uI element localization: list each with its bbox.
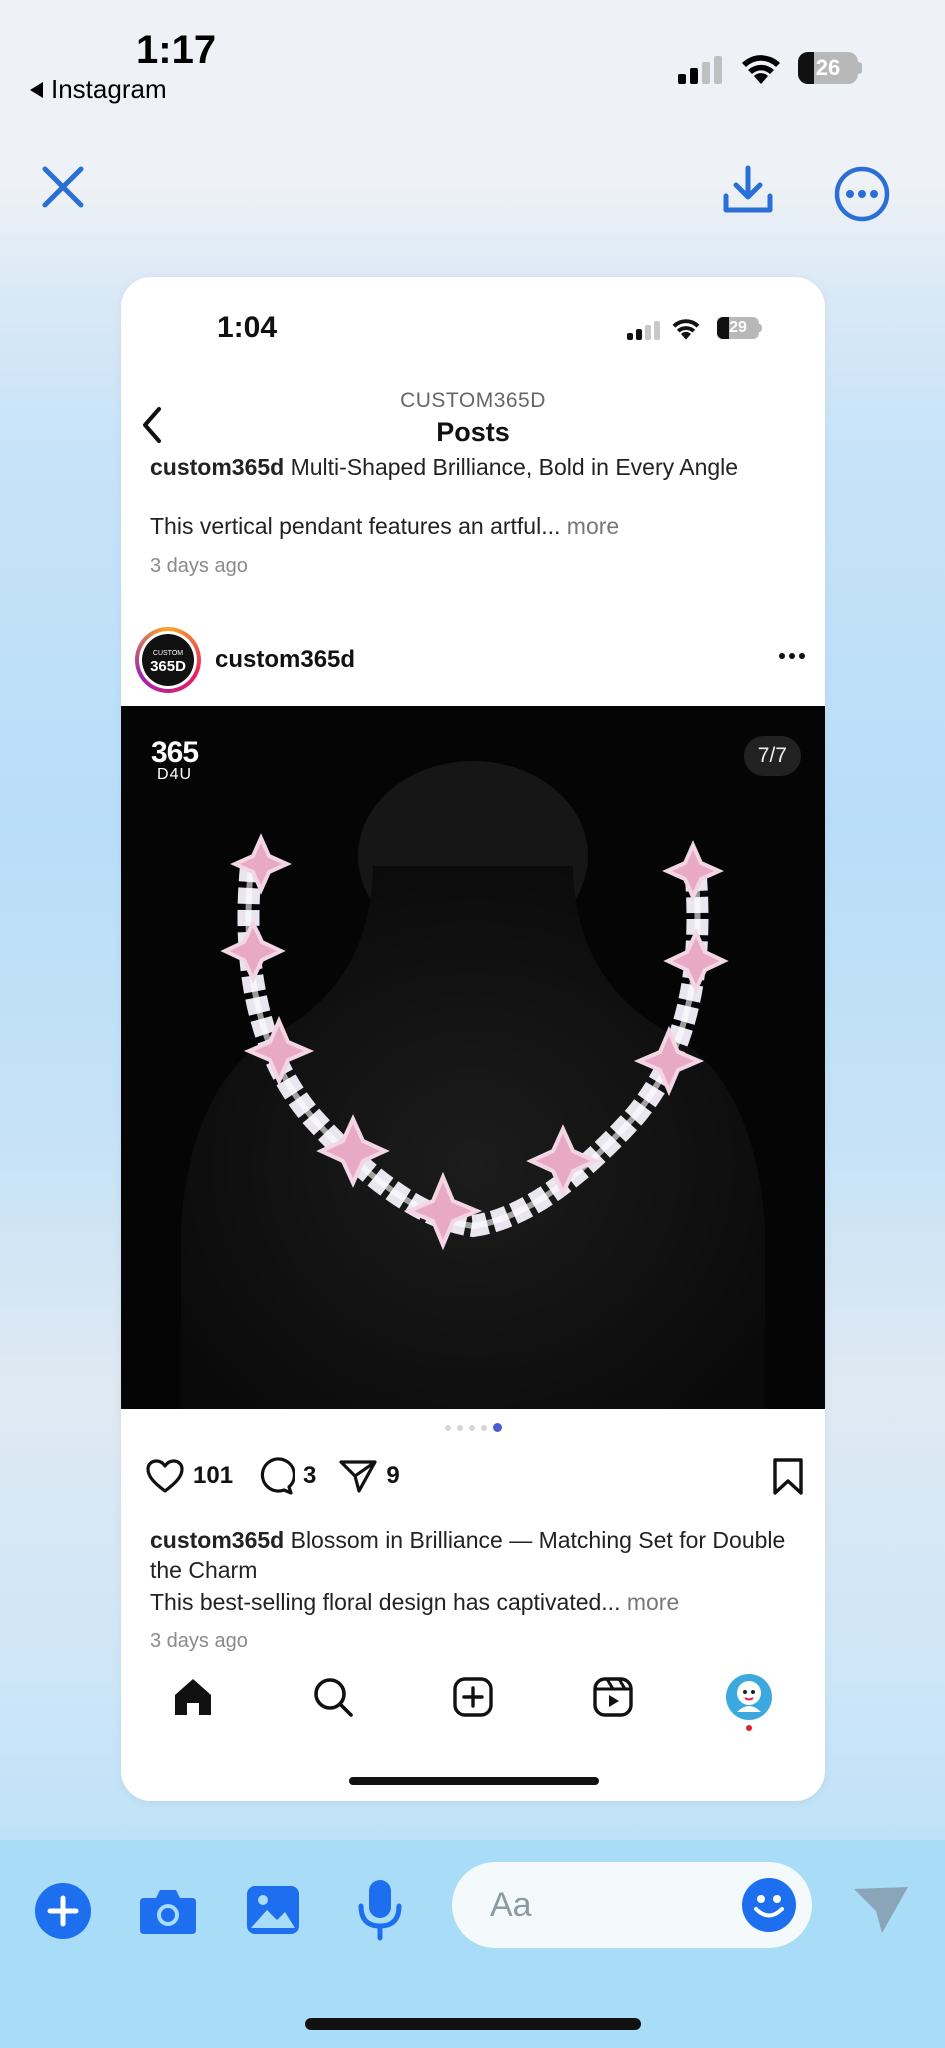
carousel-dot bbox=[456, 1424, 463, 1431]
page-title: Posts bbox=[436, 417, 510, 447]
nav-reels[interactable] bbox=[583, 1667, 643, 1727]
comment-count: 3 bbox=[303, 1462, 317, 1489]
close-icon bbox=[42, 166, 84, 208]
status-time: 1:17 bbox=[136, 28, 217, 72]
status-bar: 1:17 Instagram 26 bbox=[0, 0, 945, 120]
post-caption: custom365d Blossom in Brilliance — Match… bbox=[150, 1525, 800, 1585]
avatar-text: 365D bbox=[150, 658, 186, 675]
battery-indicator: 26 bbox=[798, 52, 862, 84]
mic-icon bbox=[358, 1880, 402, 1941]
inner-wifi-icon bbox=[672, 319, 700, 340]
post-photo[interactable]: 365 D4U 7/7 bbox=[121, 706, 825, 1409]
bottom-nav bbox=[121, 1657, 825, 1747]
reels-icon bbox=[593, 1677, 633, 1717]
back-icon[interactable] bbox=[137, 403, 167, 447]
back-triangle-icon bbox=[30, 81, 43, 98]
carousel-dot bbox=[444, 1424, 451, 1431]
camera-button[interactable] bbox=[138, 1882, 198, 1940]
prev-post-title: Multi-Shaped Brilliance, Bold in Every A… bbox=[290, 454, 739, 480]
nav-home[interactable] bbox=[163, 1667, 223, 1727]
more-icon bbox=[834, 166, 890, 222]
message-input[interactable]: Aa bbox=[452, 1862, 812, 1948]
download-icon bbox=[723, 165, 773, 213]
post-username[interactable]: custom365d bbox=[215, 646, 355, 674]
inner-battery-indicator: 29 bbox=[717, 317, 762, 339]
back-app-label: Instagram bbox=[51, 74, 167, 104]
photo-counter: 7/7 bbox=[743, 736, 801, 776]
comment-button[interactable]: 3 bbox=[255, 1457, 316, 1495]
prev-post-username[interactable]: custom365d bbox=[150, 454, 284, 480]
post-actions: 101 3 9 bbox=[145, 1453, 805, 1499]
prev-post-snippet-line: This vertical pendant features an artful… bbox=[150, 511, 800, 541]
post-time: 3 days ago bbox=[150, 1630, 248, 1652]
save-button[interactable] bbox=[771, 1457, 805, 1502]
bookmark-icon bbox=[773, 1458, 803, 1495]
nav-create[interactable] bbox=[443, 1667, 503, 1727]
inner-signal-icon bbox=[627, 321, 660, 340]
close-button[interactable] bbox=[38, 162, 88, 212]
message-placeholder: Aa bbox=[490, 1886, 532, 1924]
cellular-signal-icon bbox=[678, 56, 722, 84]
post-more-link[interactable]: more bbox=[627, 1589, 679, 1615]
heart-icon bbox=[146, 1459, 184, 1493]
post-snippet: This best-selling floral design has capt… bbox=[150, 1589, 621, 1615]
prev-post-caption: custom365d Multi-Shaped Brilliance, Bold… bbox=[150, 452, 800, 482]
share-button[interactable]: 9 bbox=[338, 1458, 400, 1494]
prev-post-more-link[interactable]: more bbox=[567, 513, 619, 539]
like-count: 101 bbox=[193, 1462, 234, 1489]
share-icon bbox=[339, 1460, 378, 1493]
add-button[interactable] bbox=[34, 1882, 92, 1940]
download-button[interactable] bbox=[718, 160, 778, 220]
like-button[interactable]: 101 bbox=[145, 1458, 233, 1494]
create-icon bbox=[453, 1677, 493, 1717]
post-header: CUSTOM 365D custom365d bbox=[135, 625, 815, 695]
screenshot-card: 1:04 29 CUSTOM365D Posts custom365d Mult… bbox=[121, 277, 825, 1801]
more-options-button[interactable] bbox=[832, 164, 892, 224]
plus-icon bbox=[35, 1883, 91, 1939]
message-bar: Aa bbox=[0, 1840, 945, 2048]
send-button[interactable] bbox=[852, 1882, 910, 1936]
search-icon bbox=[314, 1678, 353, 1717]
account-name: CUSTOM365D bbox=[400, 389, 546, 412]
share-count: 9 bbox=[386, 1462, 400, 1489]
comment-icon bbox=[260, 1457, 296, 1495]
notification-dot bbox=[746, 1725, 752, 1731]
back-to-instagram[interactable]: Instagram bbox=[30, 74, 167, 105]
carousel-dot bbox=[480, 1424, 487, 1431]
nav-search[interactable] bbox=[303, 1667, 363, 1727]
watermark-logo: 365 D4U bbox=[151, 736, 199, 784]
post-snippet-line: This best-selling floral design has capt… bbox=[150, 1587, 800, 1617]
emoji-icon bbox=[754, 1895, 784, 1918]
voice-button[interactable] bbox=[354, 1878, 406, 1942]
prev-post-snippet: This vertical pendant features an artful… bbox=[150, 513, 561, 539]
camera-icon bbox=[140, 1890, 196, 1934]
gallery-button[interactable] bbox=[245, 1882, 301, 1938]
home-indicator bbox=[305, 2018, 641, 2030]
carousel-dot bbox=[468, 1424, 475, 1431]
necklace-image bbox=[181, 761, 765, 1409]
wifi-icon bbox=[742, 55, 780, 84]
emoji-button[interactable] bbox=[742, 1878, 796, 1932]
post-options-icon[interactable] bbox=[779, 653, 805, 659]
inner-status-time: 1:04 bbox=[217, 311, 278, 344]
gallery-icon bbox=[247, 1886, 299, 1934]
avatar[interactable]: CUSTOM 365D bbox=[135, 627, 201, 693]
caption-username[interactable]: custom365d bbox=[150, 1527, 284, 1553]
home-icon bbox=[175, 1679, 211, 1715]
prev-post-time: 3 days ago bbox=[150, 555, 248, 577]
carousel-dots bbox=[121, 1423, 825, 1432]
carousel-dot-active bbox=[492, 1423, 502, 1432]
inner-home-indicator bbox=[349, 1777, 599, 1785]
send-icon bbox=[854, 1887, 908, 1933]
profile-icon bbox=[726, 1674, 772, 1720]
nav-profile[interactable] bbox=[719, 1667, 779, 1727]
